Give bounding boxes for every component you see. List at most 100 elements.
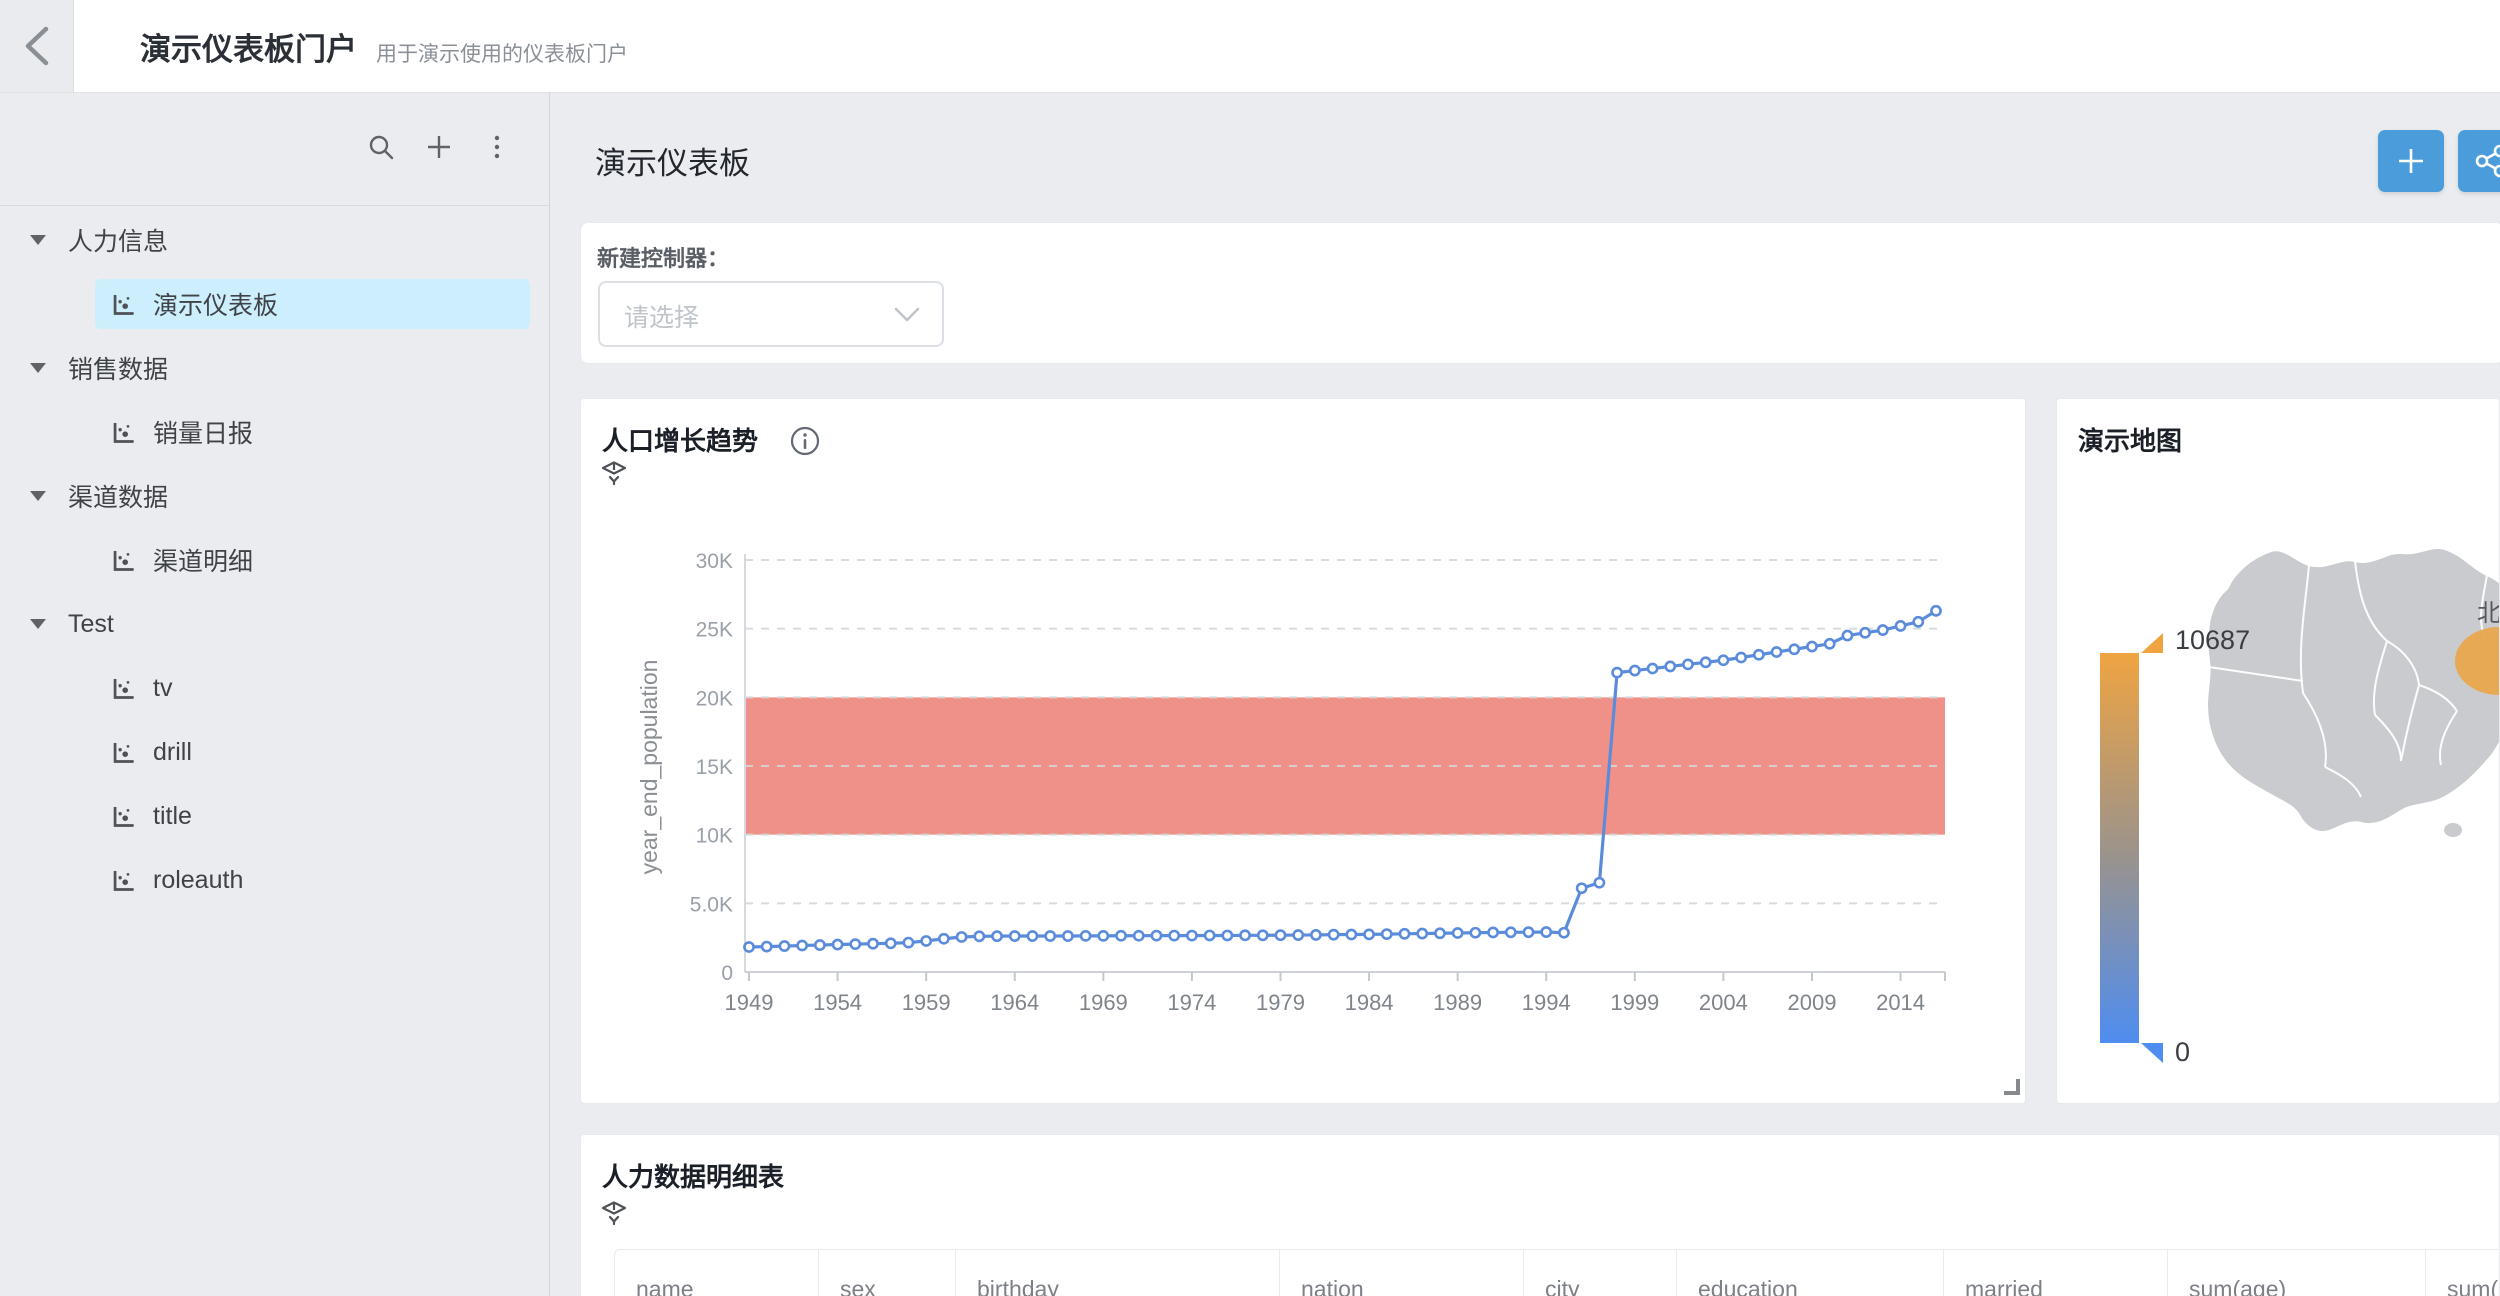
data-point[interactable] [1028, 931, 1037, 940]
back-button[interactable] [0, 0, 74, 92]
data-point[interactable] [992, 932, 1001, 941]
add-panel-button[interactable] [2378, 130, 2444, 192]
caret-down-icon[interactable] [30, 363, 46, 373]
data-point[interactable] [1382, 929, 1391, 938]
data-point[interactable] [1861, 628, 1870, 637]
sidebar-group-0[interactable]: 人力信息 [0, 208, 548, 272]
data-point[interactable] [1719, 656, 1728, 665]
data-point[interactable] [1754, 650, 1763, 659]
sidebar-item-8[interactable]: drill [0, 720, 548, 784]
data-point[interactable] [1577, 884, 1586, 893]
data-point[interactable] [1896, 621, 1905, 630]
more-vertical-icon[interactable] [481, 131, 513, 163]
data-point[interactable] [1311, 930, 1320, 939]
data-point[interactable] [1683, 660, 1692, 669]
data-point[interactable] [1418, 929, 1427, 938]
data-point[interactable] [868, 939, 877, 948]
data-point[interactable] [1506, 928, 1515, 937]
data-point[interactable] [1294, 930, 1303, 939]
data-point[interactable] [1099, 931, 1108, 940]
data-point[interactable] [1152, 931, 1161, 940]
data-point[interactable] [1648, 664, 1657, 673]
data-point[interactable] [833, 940, 842, 949]
data-point[interactable] [1471, 928, 1480, 937]
data-point[interactable] [975, 932, 984, 941]
resize-handle[interactable] [2004, 1079, 2020, 1095]
data-point[interactable] [815, 940, 824, 949]
data-point[interactable] [851, 940, 860, 949]
data-point[interactable] [780, 941, 789, 950]
sidebar-group-6[interactable]: Test [0, 592, 548, 656]
data-point[interactable] [1931, 606, 1940, 615]
sidebar-item-1[interactable]: 演示仪表板 [0, 272, 548, 336]
sidebar-item-10[interactable]: roleauth [0, 848, 548, 912]
sidebar-item-7[interactable]: tv [0, 656, 548, 720]
data-point[interactable] [762, 942, 771, 951]
caret-down-icon[interactable] [30, 491, 46, 501]
data-point[interactable] [1488, 928, 1497, 937]
data-point[interactable] [1613, 668, 1622, 677]
data-point[interactable] [1737, 653, 1746, 662]
data-point[interactable] [1878, 625, 1887, 634]
data-point[interactable] [1329, 930, 1338, 939]
caret-down-icon[interactable] [30, 235, 46, 245]
data-point[interactable] [939, 934, 948, 943]
data-point[interactable] [1010, 931, 1019, 940]
column-header-3[interactable]: nation [1279, 1250, 1523, 1296]
data-point[interactable] [1843, 631, 1852, 640]
data-point[interactable] [1595, 878, 1604, 887]
sidebar-item-3[interactable]: 销量日报 [0, 400, 548, 464]
data-point[interactable] [1258, 931, 1267, 940]
sidebar-item-5[interactable]: 渠道明细 [0, 528, 548, 592]
add-icon[interactable] [423, 131, 455, 163]
data-point[interactable] [957, 932, 966, 941]
data-point[interactable] [1772, 647, 1781, 656]
data-point[interactable] [1223, 931, 1232, 940]
sidebar-group-4[interactable]: 渠道数据 [0, 464, 548, 528]
data-point[interactable] [1170, 931, 1179, 940]
data-point[interactable] [922, 936, 931, 945]
data-point[interactable] [1559, 928, 1568, 937]
data-point[interactable] [1630, 666, 1639, 675]
data-point[interactable] [1276, 931, 1285, 940]
data-point[interactable] [1435, 929, 1444, 938]
sidebar-item-9[interactable]: title [0, 784, 548, 848]
data-point[interactable] [744, 942, 753, 951]
column-header-7[interactable]: sum(age) [2167, 1250, 2425, 1296]
data-point[interactable] [1524, 928, 1533, 937]
data-point[interactable] [904, 938, 913, 947]
column-header-4[interactable]: city [1523, 1250, 1676, 1296]
data-point[interactable] [1701, 658, 1710, 667]
data-point[interactable] [1046, 931, 1055, 940]
column-header-6[interactable]: married [1943, 1250, 2167, 1296]
column-header-0[interactable]: name [615, 1250, 818, 1296]
data-point[interactable] [1063, 931, 1072, 940]
data-point[interactable] [1914, 617, 1923, 626]
data-point[interactable] [1081, 931, 1090, 940]
column-header-8[interactable]: sum(s [2425, 1250, 2500, 1296]
drag-handle-icon[interactable] [599, 1197, 629, 1229]
caret-down-icon[interactable] [30, 619, 46, 629]
data-point[interactable] [1116, 931, 1125, 940]
data-point[interactable] [1347, 930, 1356, 939]
data-point[interactable] [1134, 931, 1143, 940]
sidebar-group-2[interactable]: 销售数据 [0, 336, 548, 400]
data-point[interactable] [1205, 931, 1214, 940]
controller-select[interactable]: 请选择 [598, 281, 944, 347]
search-icon[interactable] [365, 131, 397, 163]
data-point[interactable] [1825, 639, 1834, 648]
column-header-1[interactable]: sex [818, 1250, 955, 1296]
data-point[interactable] [886, 939, 895, 948]
data-point[interactable] [798, 941, 807, 950]
share-button[interactable] [2458, 130, 2500, 192]
data-point[interactable] [1666, 662, 1675, 671]
data-point[interactable] [1240, 931, 1249, 940]
data-point[interactable] [1542, 927, 1551, 936]
column-header-5[interactable]: education [1676, 1250, 1943, 1296]
data-point[interactable] [1400, 929, 1409, 938]
data-point[interactable] [1807, 642, 1816, 651]
column-header-2[interactable]: birthday [955, 1250, 1279, 1296]
data-point[interactable] [1453, 928, 1462, 937]
data-point[interactable] [1364, 930, 1373, 939]
data-point[interactable] [1790, 645, 1799, 654]
